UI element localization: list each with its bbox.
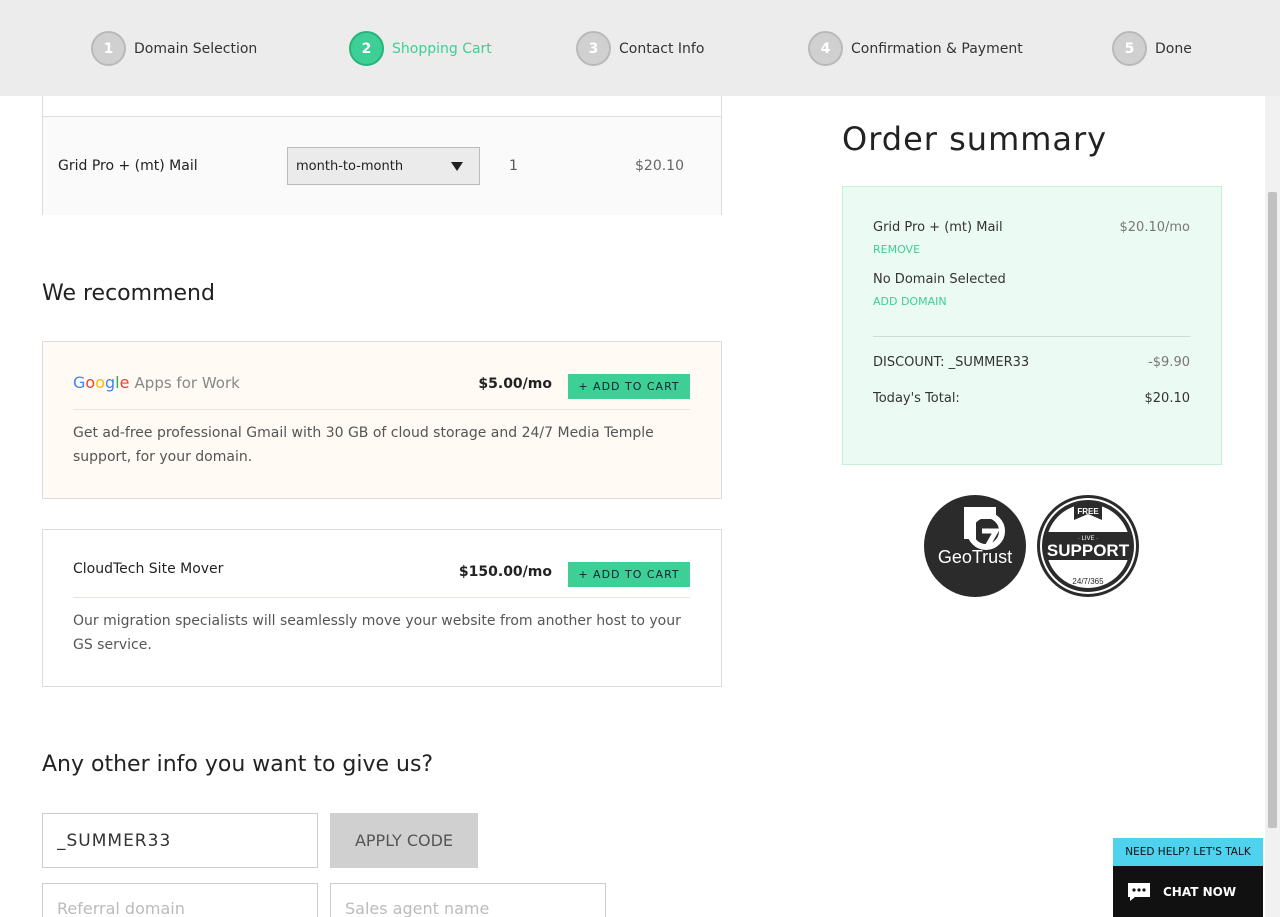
chat-now-button[interactable]: CHAT NOW	[1113, 866, 1263, 917]
step-number: 1	[91, 31, 126, 66]
summary-item-price: $20.10/mo	[1119, 220, 1190, 235]
total-label: Today's Total:	[873, 391, 960, 406]
product-price: $150.00/mo	[458, 564, 552, 580]
geotrust-text: GeoTrust	[938, 547, 1012, 567]
recommend-card-site-mover: CloudTech Site Mover $150.00/mo + ADD TO…	[42, 529, 722, 687]
total-value: $20.10	[1144, 391, 1191, 406]
promo-code-input[interactable]	[42, 813, 318, 868]
live-support-icon: FREE · LIVE · SUPPORT 24/7/365	[1042, 500, 1134, 592]
google-apps-logo: Google Apps for Work	[73, 373, 240, 392]
discount-value: -$9.90	[1148, 355, 1190, 370]
divider	[873, 336, 1190, 337]
add-domain-link[interactable]: ADD DOMAIN	[873, 295, 947, 308]
other-info-heading: Any other info you want to give us?	[42, 752, 434, 777]
step-number: 2	[349, 31, 384, 66]
step-number: 4	[808, 31, 843, 66]
recommend-heading: We recommend	[42, 281, 215, 306]
product-description: Our migration specialists will seamlessl…	[73, 613, 681, 653]
geotrust-badge: GeoTrust	[924, 495, 1026, 597]
caret-down-icon	[451, 162, 463, 171]
referral-domain-input[interactable]	[42, 883, 318, 917]
help-banner[interactable]: NEED HELP? LET'S TALK	[1113, 838, 1263, 866]
step-domain-selection[interactable]: 1 Domain Selection	[91, 31, 257, 66]
scrollbar-thumb[interactable]	[1268, 192, 1277, 828]
step-number: 3	[576, 31, 611, 66]
live-support-badge: FREE · LIVE · SUPPORT 24/7/365	[1037, 495, 1139, 597]
remove-link[interactable]: REMOVE	[873, 243, 920, 256]
summary-item-name: Grid Pro + (mt) Mail	[873, 220, 1003, 235]
step-shopping-cart[interactable]: 2 Shopping Cart	[349, 31, 492, 66]
add-to-cart-button[interactable]: + ADD TO CART	[568, 374, 690, 399]
support-free-text: FREE	[1077, 507, 1099, 516]
chat-now-label: CHAT NOW	[1163, 884, 1237, 899]
support-text: SUPPORT	[1047, 541, 1130, 560]
term-select[interactable]: month-to-month	[287, 147, 480, 185]
order-summary-box: Grid Pro + (mt) Mail $20.10/mo REMOVE No…	[842, 186, 1222, 465]
term-value: month-to-month	[296, 159, 404, 174]
page-scrollbar[interactable]	[1265, 96, 1280, 917]
step-contact-info[interactable]: 3 Contact Info	[576, 31, 704, 66]
step-label: Done	[1155, 40, 1192, 57]
step-confirmation-payment[interactable]: 4 Confirmation & Payment	[808, 31, 1023, 66]
divider	[73, 597, 690, 598]
step-label: Shopping Cart	[392, 40, 492, 57]
divider	[73, 409, 690, 410]
step-label: Domain Selection	[134, 40, 258, 57]
apply-code-button[interactable]: APPLY CODE	[330, 813, 478, 868]
checkout-steps: 1 Domain Selection 2 Shopping Cart 3 Con…	[0, 0, 1280, 96]
step-label: Contact Info	[619, 40, 705, 57]
step-number: 5	[1112, 31, 1147, 66]
sales-agent-input[interactable]	[330, 883, 606, 917]
step-done[interactable]: 5 Done	[1112, 31, 1192, 66]
discount-label: DISCOUNT: _SUMMER33	[873, 355, 1030, 370]
cart-item-price: $20.10	[635, 158, 684, 174]
product-name: CloudTech Site Mover	[73, 561, 224, 577]
cart-item-row: Grid Pro + (mt) Mail month-to-month 1 $2…	[43, 117, 721, 215]
chat-bubble-icon	[1128, 882, 1150, 901]
product-price: $5.00/mo	[478, 376, 552, 392]
summary-domain-status: No Domain Selected	[873, 272, 1006, 287]
product-name: Apps for Work	[134, 374, 240, 392]
product-description: Get ad-free professional Gmail with 30 G…	[73, 425, 654, 465]
google-wordmark: Google	[73, 373, 130, 392]
cart-item-name: Grid Pro + (mt) Mail	[58, 158, 198, 174]
geotrust-logo-icon: GeoTrust	[938, 507, 1012, 567]
cart-table: Grid Pro + (mt) Mail month-to-month 1 $2…	[42, 90, 722, 215]
step-label: Confirmation & Payment	[851, 40, 1023, 57]
support-hours-text: 24/7/365	[1072, 577, 1104, 586]
order-summary-title: Order summary	[842, 120, 1108, 158]
add-to-cart-button[interactable]: + ADD TO CART	[568, 562, 690, 587]
recommend-card-google: Google Apps for Work $5.00/mo + ADD TO C…	[42, 341, 722, 499]
cart-item-quantity: 1	[509, 158, 518, 174]
